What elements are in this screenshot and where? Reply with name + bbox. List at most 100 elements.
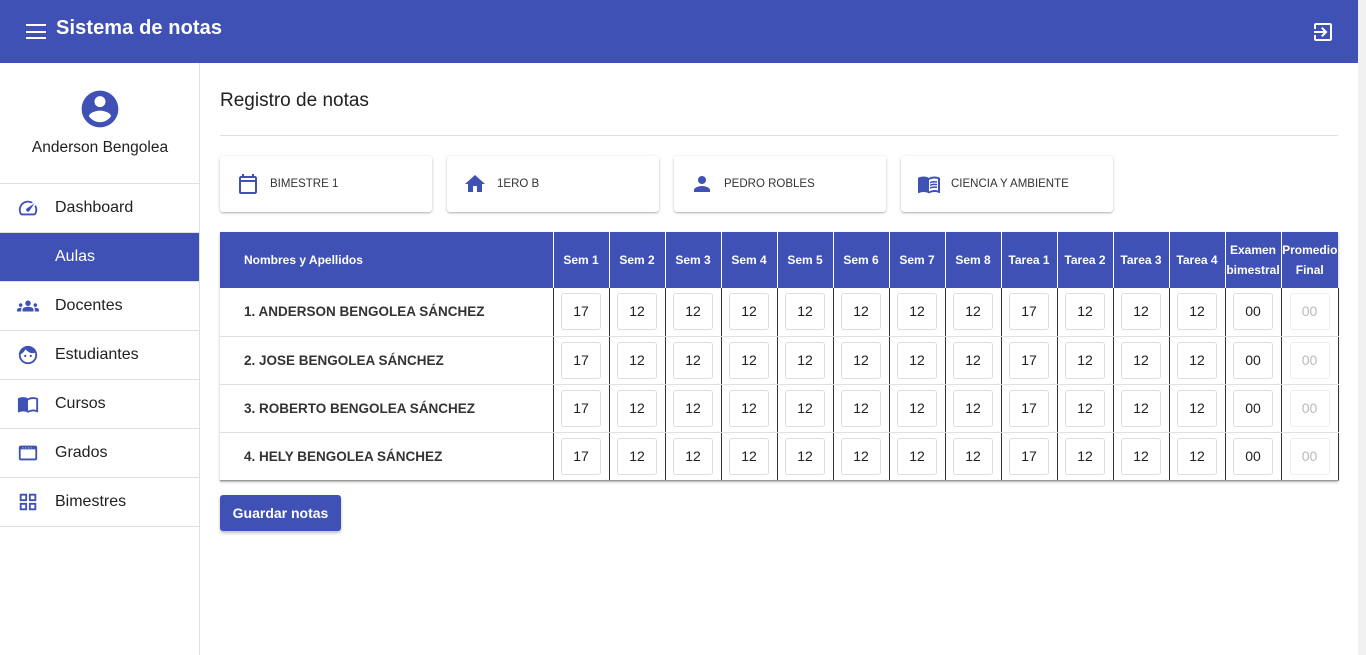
- menu-icon[interactable]: [26, 24, 46, 39]
- grade-input[interactable]: 12: [841, 293, 881, 331]
- grade-input[interactable]: 12: [1121, 389, 1161, 427]
- page-scrollbar[interactable]: [1358, 0, 1366, 655]
- student-name-cell: 3. ROBERTO BENGOLEA SÁNCHEZ: [220, 384, 554, 433]
- sidebar-item-label: Dashboard: [55, 199, 134, 216]
- grade-input[interactable]: 12: [953, 437, 993, 475]
- grade-cell: 17: [1001, 288, 1058, 337]
- grade-cell: 00: [1225, 384, 1282, 433]
- grade-cell: 00: [1225, 432, 1282, 481]
- grade-input[interactable]: 12: [953, 293, 993, 331]
- grade-input[interactable]: 12: [785, 389, 825, 427]
- speedometer-icon: [18, 200, 38, 216]
- student-name-cell: 1. ANDERSON BENGOLEA SÁNCHEZ: [220, 288, 554, 337]
- exam-input[interactable]: 00: [1233, 437, 1273, 475]
- sidebar-item-label: Docentes: [55, 297, 123, 314]
- grade-input[interactable]: 12: [1065, 293, 1105, 331]
- avatar-icon: [81, 90, 119, 128]
- sidebar-item-dashboard[interactable]: Dashboard: [0, 184, 199, 233]
- exam-input[interactable]: 00: [1233, 341, 1273, 379]
- grade-input[interactable]: 17: [561, 437, 601, 475]
- grade-input[interactable]: 12: [841, 341, 881, 379]
- grade-cell: 12: [889, 288, 946, 337]
- grade-input[interactable]: 12: [953, 341, 993, 379]
- grade-input[interactable]: 12: [897, 437, 937, 475]
- grade-cell: 12: [609, 432, 666, 481]
- grade-input[interactable]: 12: [617, 293, 657, 331]
- sidebar-item-cursos[interactable]: Cursos: [0, 380, 199, 429]
- sidebar-item-label: Estudiantes: [55, 346, 139, 363]
- column-header: Tarea 2: [1057, 232, 1114, 288]
- grade-cell: 12: [889, 432, 946, 481]
- grade-input[interactable]: 12: [673, 341, 713, 379]
- sidebar-item-grados[interactable]: Grados: [0, 429, 199, 478]
- sidebar-item-docentes[interactable]: Docentes: [0, 282, 199, 331]
- grade-input[interactable]: 12: [1065, 437, 1105, 475]
- grade-input[interactable]: 12: [1177, 437, 1217, 475]
- grade-input[interactable]: 17: [1009, 341, 1049, 379]
- grade-cell: 12: [833, 336, 890, 385]
- grade-input[interactable]: 12: [673, 293, 713, 331]
- grade-input[interactable]: 17: [1009, 389, 1049, 427]
- grade-input[interactable]: 12: [1121, 341, 1161, 379]
- table-row: 4. HELY BENGOLEA SÁNCHEZ 17 12 12 12 12 12 12 12…: [220, 432, 1339, 481]
- grade-input[interactable]: 12: [1177, 293, 1217, 331]
- grade-cell: 00: [1281, 288, 1339, 337]
- grade-input[interactable]: 12: [785, 293, 825, 331]
- grade-input[interactable]: 12: [729, 389, 769, 427]
- filter-card-docente[interactable]: PEDRO ROBLES: [674, 156, 886, 212]
- student-name: ANDERSON BENGOLEA SÁNCHEZ: [258, 304, 485, 320]
- grid-icon: [19, 493, 37, 511]
- filter-card-aula[interactable]: 1ERO B: [447, 156, 659, 212]
- grade-input[interactable]: 12: [897, 341, 937, 379]
- sidebar-item-bimestres[interactable]: Bimestres: [0, 478, 199, 527]
- grade-input[interactable]: 12: [841, 389, 881, 427]
- header-line: Examen: [1229, 243, 1277, 257]
- filter-card-curso[interactable]: CIENCIA Y AMBIENTE: [901, 156, 1113, 212]
- logout-icon[interactable]: [1311, 20, 1335, 44]
- grade-input[interactable]: 12: [673, 437, 713, 475]
- grade-input[interactable]: 12: [953, 389, 993, 427]
- grade-cell: 12: [1169, 384, 1226, 433]
- column-header: Sem 7: [889, 232, 946, 288]
- grade-input[interactable]: 12: [897, 389, 937, 427]
- filter-card-bimestre[interactable]: BIMESTRE 1: [220, 156, 432, 212]
- save-grades-button[interactable]: Guardar notas: [220, 495, 341, 531]
- grade-input[interactable]: 12: [729, 341, 769, 379]
- grade-input[interactable]: 12: [841, 437, 881, 475]
- grade-input[interactable]: 12: [785, 341, 825, 379]
- grade-cell: 12: [945, 432, 1002, 481]
- final-average-field: 00: [1289, 341, 1330, 379]
- table-row: 2. JOSE BENGOLEA SÁNCHEZ 17 12 12 12 12 12 12 12…: [220, 336, 1339, 385]
- filter-label: PEDRO ROBLES: [724, 178, 815, 190]
- grade-input[interactable]: 17: [561, 293, 601, 331]
- grade-input[interactable]: 12: [1121, 437, 1161, 475]
- grade-input[interactable]: 12: [1121, 293, 1161, 331]
- grade-input[interactable]: 17: [1009, 293, 1049, 331]
- grade-input[interactable]: 12: [617, 341, 657, 379]
- header-line: Final: [1295, 263, 1324, 277]
- exam-input[interactable]: 00: [1233, 293, 1273, 331]
- book-open-icon: [918, 176, 940, 194]
- grade-input[interactable]: 12: [897, 293, 937, 331]
- sidebar-item-estudiantes[interactable]: Estudiantes: [0, 331, 199, 380]
- grade-input[interactable]: 12: [1177, 389, 1217, 427]
- grade-input[interactable]: 12: [1065, 389, 1105, 427]
- grade-input[interactable]: 12: [617, 437, 657, 475]
- grade-input[interactable]: 12: [1065, 341, 1105, 379]
- sidebar-item-aulas[interactable]: Aulas: [0, 233, 199, 282]
- grade-input[interactable]: 12: [729, 293, 769, 331]
- grade-input[interactable]: 17: [561, 341, 601, 379]
- grade-input[interactable]: 12: [785, 437, 825, 475]
- header-line: bimestral: [1226, 263, 1280, 277]
- grades-table-body: 1. ANDERSON BENGOLEA SÁNCHEZ 17 12 12 12 12 12…: [220, 288, 1339, 481]
- grade-cell: 12: [833, 384, 890, 433]
- grade-cell: 00: [1281, 432, 1339, 481]
- grade-input[interactable]: 17: [561, 389, 601, 427]
- grade-input[interactable]: 12: [617, 389, 657, 427]
- grade-input[interactable]: 12: [729, 437, 769, 475]
- exam-input[interactable]: 00: [1233, 389, 1273, 427]
- grade-input[interactable]: 17: [1009, 437, 1049, 475]
- grade-input[interactable]: 12: [1177, 341, 1217, 379]
- row-index: 4.: [244, 448, 256, 464]
- grade-input[interactable]: 12: [673, 389, 713, 427]
